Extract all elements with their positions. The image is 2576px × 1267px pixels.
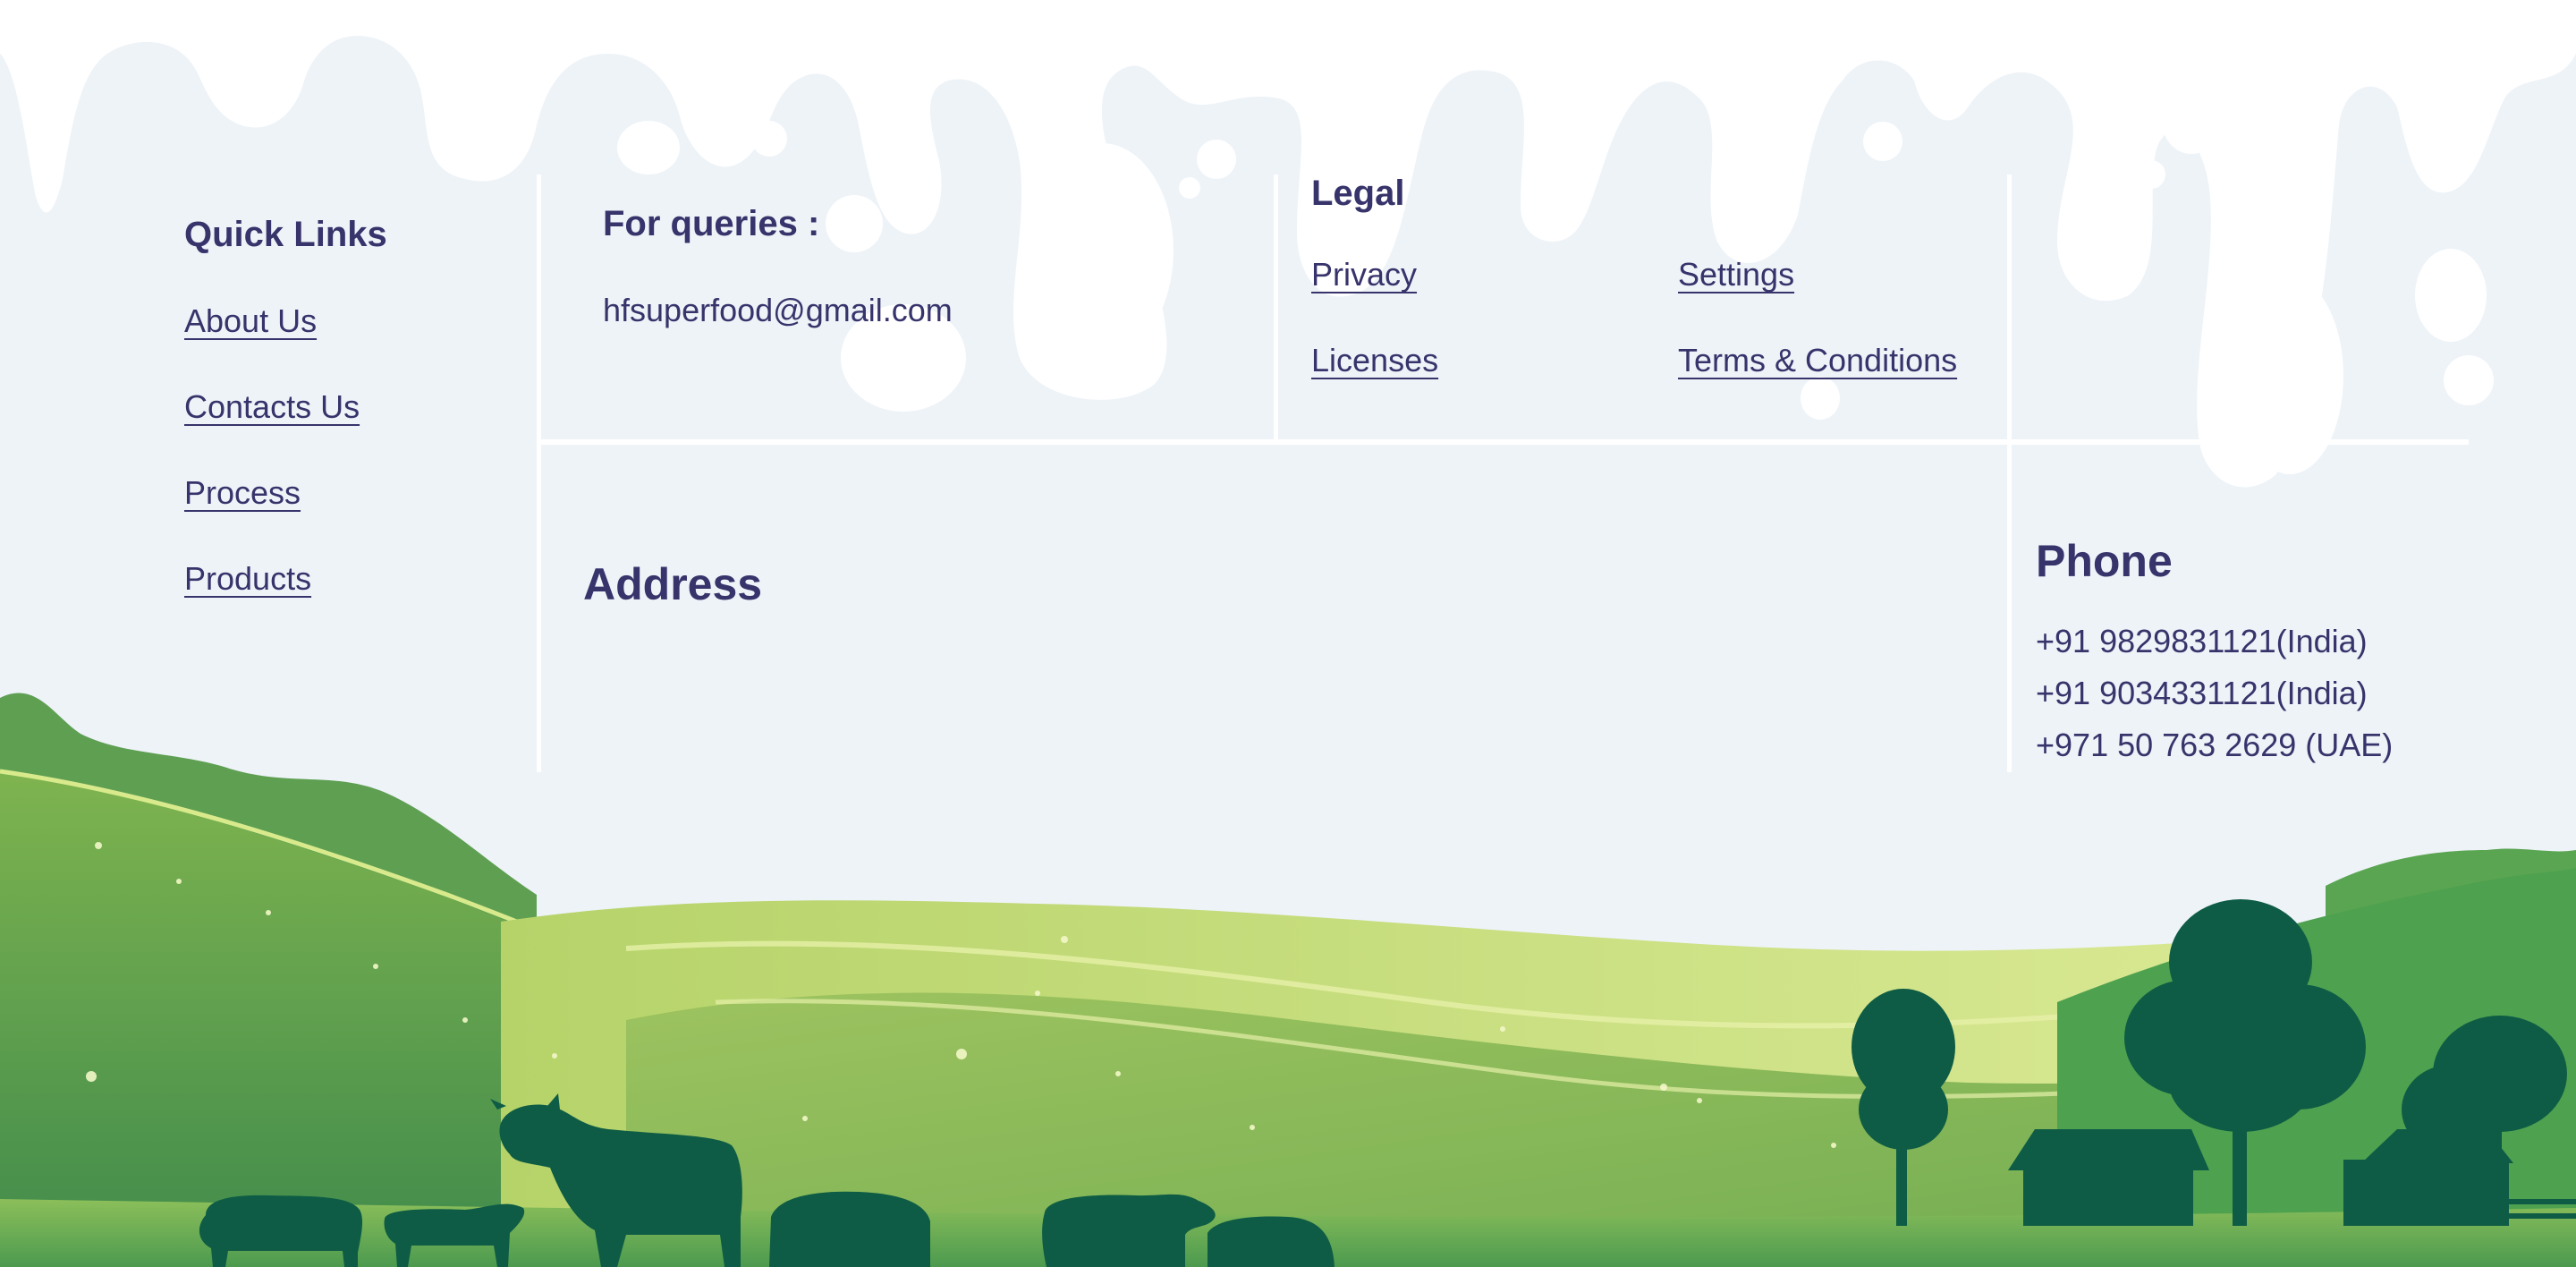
quick-links-title: Quick Links <box>184 215 387 254</box>
link-process[interactable]: Process <box>184 474 301 512</box>
phone-title: Phone <box>2036 536 2173 586</box>
link-settings[interactable]: Settings <box>1678 256 1794 293</box>
link-about-us[interactable]: About Us <box>184 302 317 340</box>
site-footer: Quick Links About Us Contacts Us Process… <box>0 0 2576 1267</box>
link-contacts-us[interactable]: Contacts Us <box>184 388 360 426</box>
queries-email-link[interactable]: hfsuperfood@gmail.com <box>603 292 953 329</box>
link-products[interactable]: Products <box>184 560 311 598</box>
phone-number-india-2[interactable]: +91 9034331121(India) <box>2036 675 2368 712</box>
address-title: Address <box>583 559 763 609</box>
link-terms-conditions[interactable]: Terms & Conditions <box>1678 342 1957 379</box>
phone-number-uae[interactable]: +971 50 763 2629 (UAE) <box>2036 727 2393 764</box>
divider-vertical-right <box>2007 174 2012 772</box>
divider-vertical-left <box>537 174 541 772</box>
queries-title: For queries : <box>603 204 820 243</box>
link-licenses[interactable]: Licenses <box>1311 342 1438 379</box>
link-privacy[interactable]: Privacy <box>1311 256 1417 293</box>
phone-number-india-1[interactable]: +91 9829831121(India) <box>2036 623 2368 660</box>
legal-title: Legal <box>1311 174 1405 213</box>
divider-vertical-middle <box>1274 174 1278 441</box>
divider-horizontal <box>541 439 2469 445</box>
